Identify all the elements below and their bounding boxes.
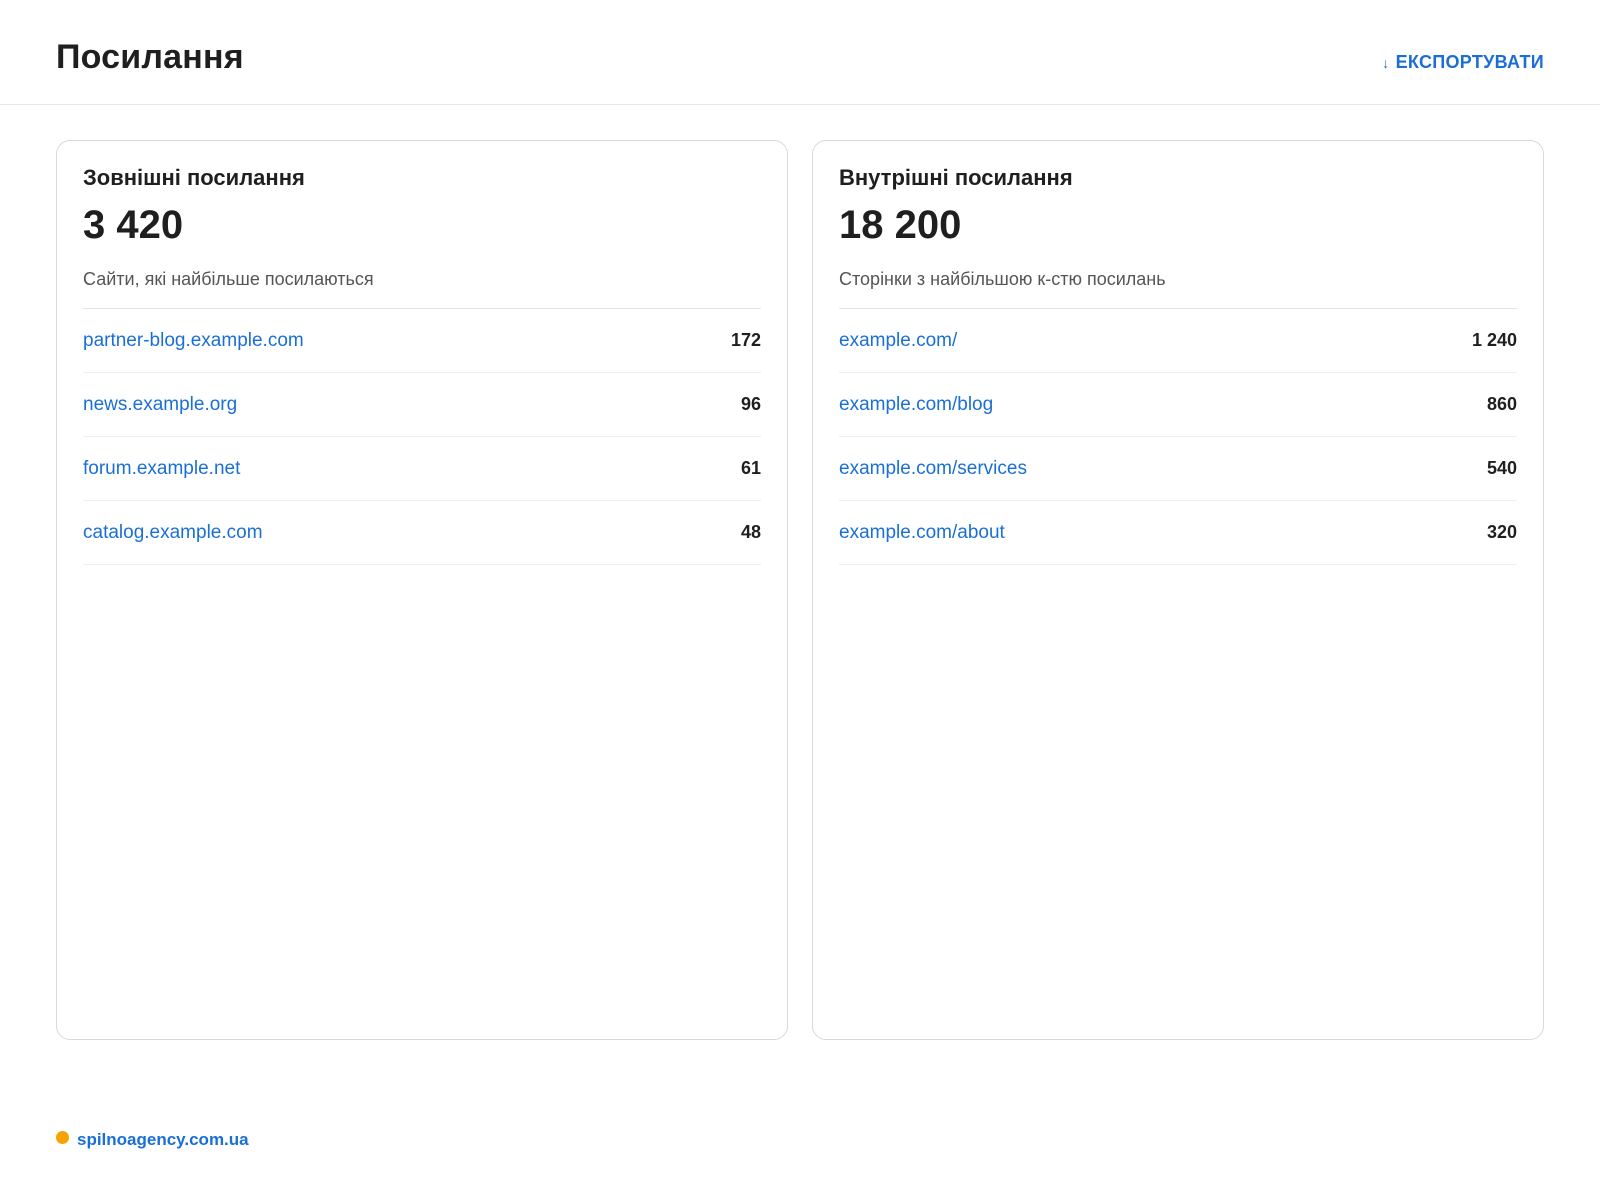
row-link[interactable]: example.com/about (839, 522, 1005, 544)
export-label: ЕКСПОРТУВАТИ (1395, 52, 1544, 72)
row-link[interactable]: catalog.example.com (83, 522, 263, 544)
internal-links-card: Внутрішні посилання 18 200 Сторінки з на… (812, 140, 1544, 1040)
card-title: Зовнішні посилання (83, 165, 305, 190)
row-link[interactable]: partner-blog.example.com (83, 330, 304, 352)
page-header: Посилання ↓ ЕКСПОРТУВАТИ (0, 0, 1600, 105)
footer-brand[interactable]: spilnoagency.com.ua (77, 1130, 249, 1150)
row-link[interactable]: news.example.org (83, 394, 237, 416)
table-row: example.com/blog 860 (839, 373, 1517, 437)
table-row: news.example.org 96 (83, 373, 761, 437)
row-count: 320 (1486, 522, 1517, 542)
table-row: example.com/about 320 (839, 501, 1517, 565)
row-link[interactable]: example.com/services (839, 458, 1027, 480)
row-count: 540 (1486, 458, 1517, 478)
footer: spilnoagency.com.ua (56, 1130, 249, 1150)
row-count: 96 (740, 394, 761, 414)
row-count: 172 (730, 330, 761, 350)
row-count: 48 (740, 522, 761, 542)
table-row: partner-blog.example.com 172 (83, 309, 761, 373)
download-arrow-icon: ↓ (1382, 54, 1390, 71)
brand-dot-icon (56, 1130, 69, 1144)
row-link[interactable]: forum.example.net (83, 458, 240, 480)
row-link[interactable]: example.com/blog (839, 394, 993, 416)
row-count: 1 240 (1471, 330, 1517, 350)
export-button[interactable]: ↓ ЕКСПОРТУВАТИ (1382, 52, 1544, 73)
card-subtitle: Сайти, які найбільше посилаються (83, 269, 761, 309)
external-links-card: Зовнішні посилання 3 420 Сайти, які найб… (56, 140, 788, 1040)
row-count: 61 (740, 458, 761, 478)
card-subtitle: Сторінки з найбільшою к-стю посилань (839, 269, 1517, 309)
cards-container: Зовнішні посилання 3 420 Сайти, які найб… (56, 140, 1544, 1040)
table-row: example.com/services 540 (839, 437, 1517, 501)
page-title: Посилання (56, 38, 244, 76)
card-title: Внутрішні посилання (839, 165, 1073, 190)
table-row: forum.example.net 61 (83, 437, 761, 501)
table-row: catalog.example.com 48 (83, 501, 761, 565)
row-link[interactable]: example.com/ (839, 330, 957, 352)
card-total: 3 420 (83, 203, 184, 247)
card-total: 18 200 (839, 203, 962, 247)
table-row: example.com/ 1 240 (839, 309, 1517, 373)
row-count: 860 (1486, 394, 1517, 414)
